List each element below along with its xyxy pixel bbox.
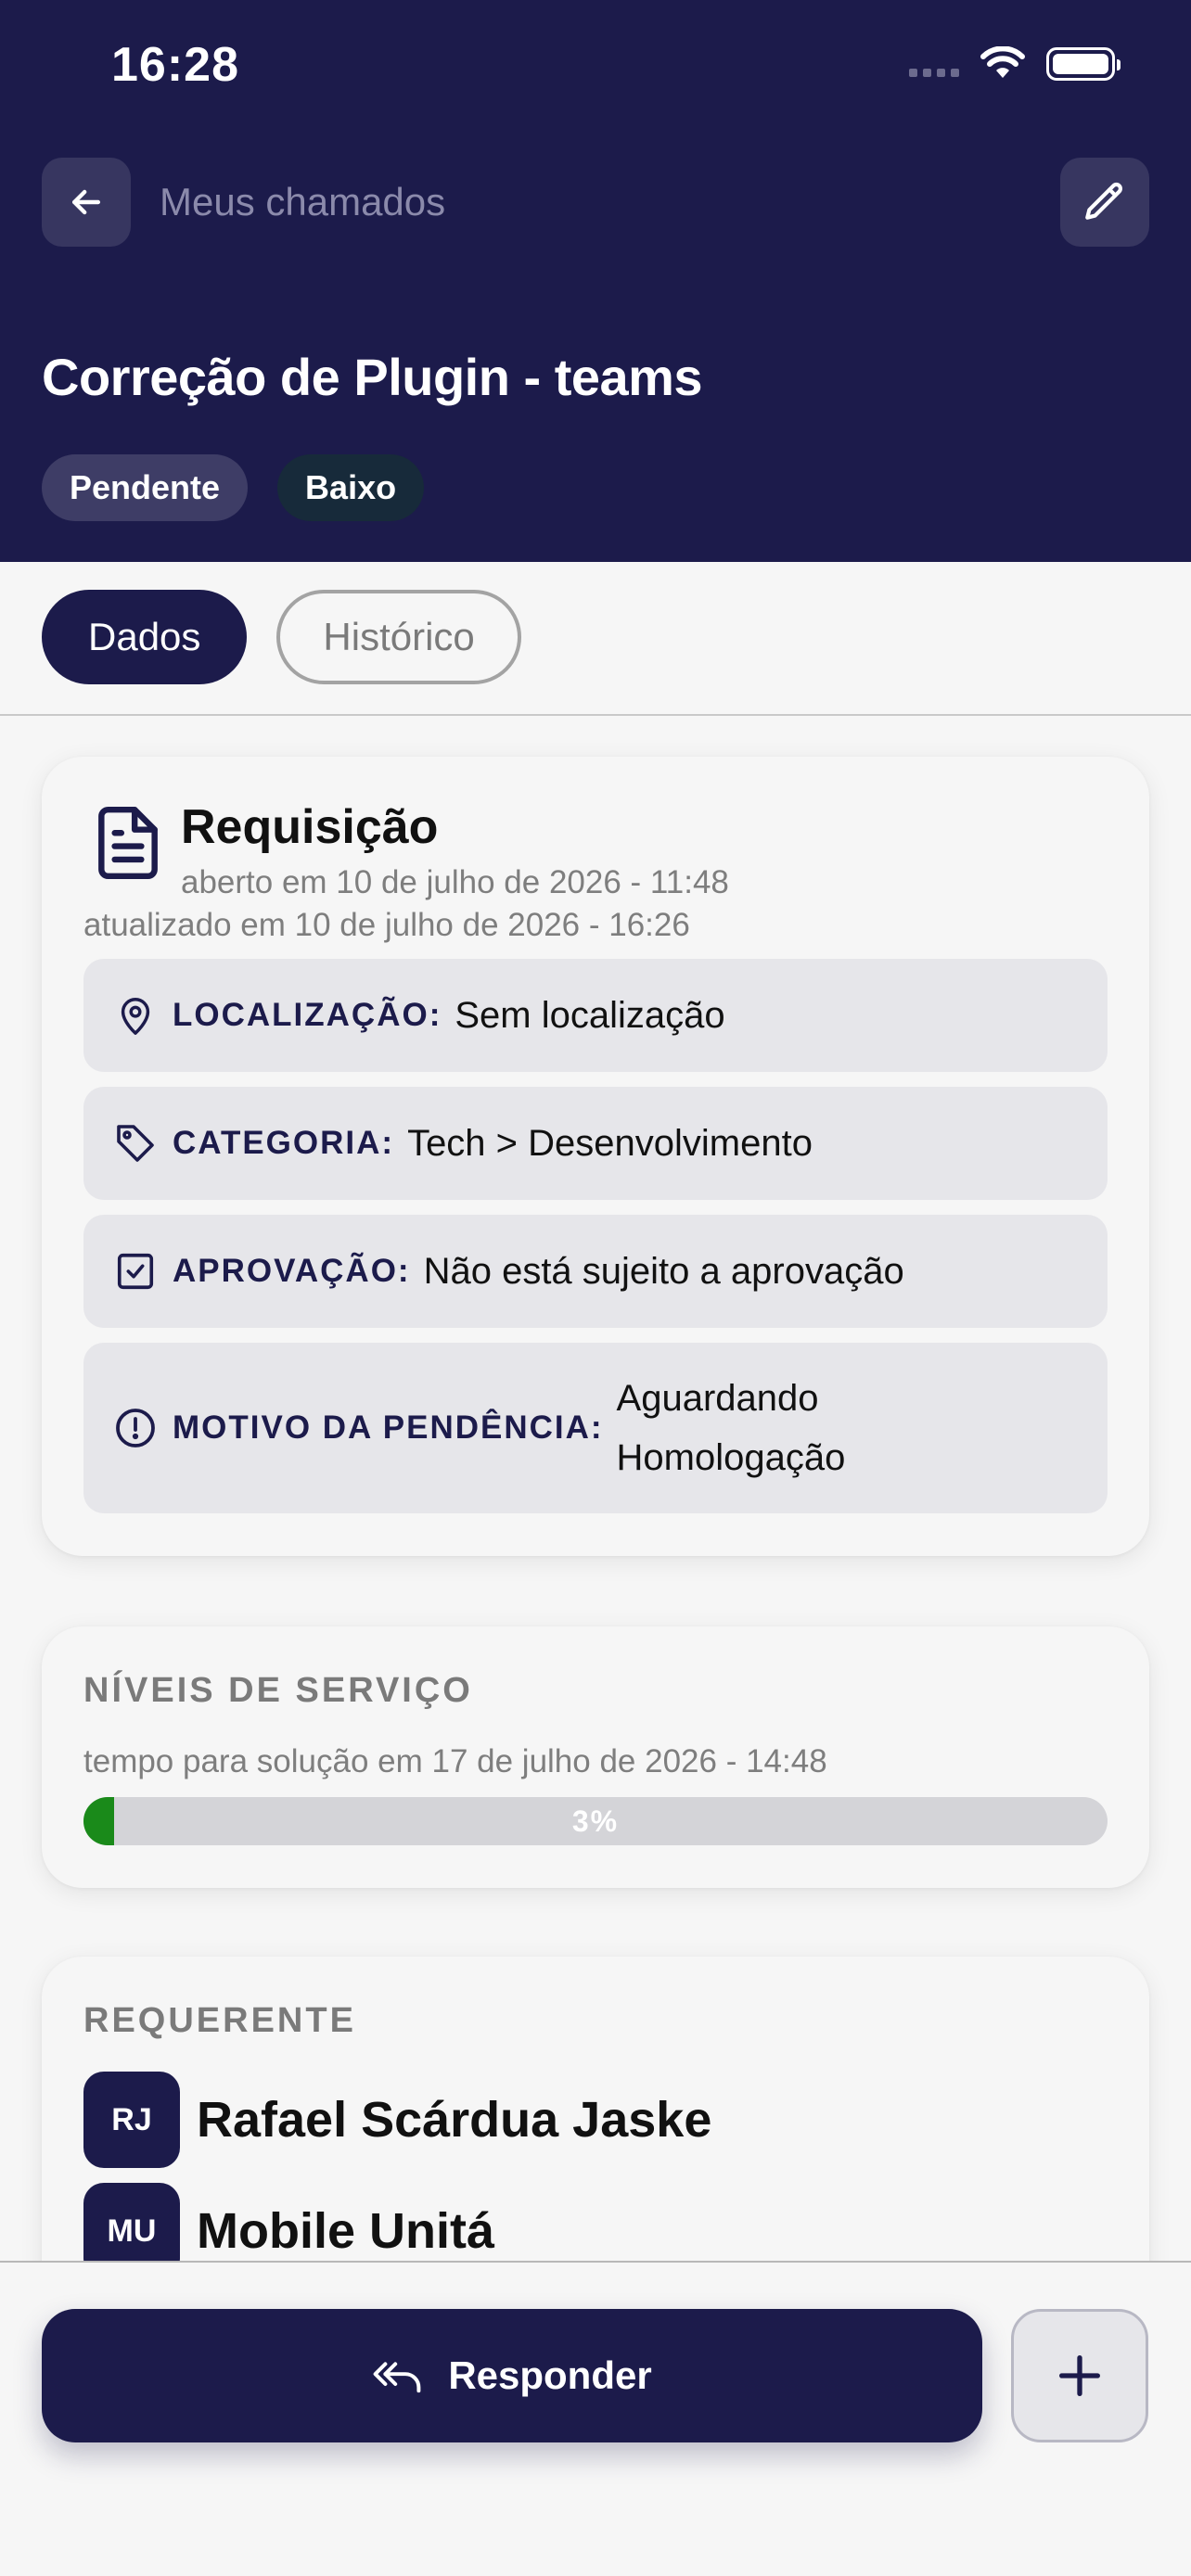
reply-button[interactable]: Responder [42,2309,982,2442]
bottom-action-bar: Responder [0,2261,1191,2576]
sla-heading: NÍVEIS DE SERVIÇO [83,1671,473,1710]
approval-value: Não está sujeito a aprovação [423,1250,904,1292]
priority-badge: Baixo [277,454,425,521]
requester-heading: REQUERENTE [83,2001,356,2040]
plus-icon [1059,2355,1100,2396]
edit-button[interactable] [1060,158,1149,247]
sla-deadline: tempo para solução em 17 de julho de 202… [83,1743,827,1779]
request-title: Requisição [181,800,439,854]
sla-progress-bar: 3% [83,1797,1108,1845]
header: 16:28 Meus chamados Correção de Plugin -… [0,0,1191,562]
tab-dados[interactable]: Dados [42,590,248,684]
battery-icon [1046,47,1121,81]
category-label: CATEGORIA: [173,1125,395,1161]
approval-row: APROVAÇÃO: Não está sujeito a aprovação [83,1215,1108,1328]
nav-title[interactable]: Meus chamados [160,180,445,224]
opened-date: aberto em 10 de julho de 2026 - 11:48 [181,864,729,900]
requester-name: Rafael Scárdua Jaske [197,2092,712,2148]
status-time: 16:28 [111,38,239,92]
status-icons [909,46,1121,82]
checkbox-icon [117,1253,154,1290]
location-row: LOCALIZAÇÃO: Sem localização [83,959,1108,1072]
chips: Pendente Baixo [42,454,425,521]
add-button[interactable] [1011,2309,1148,2442]
category-value: Tech > Desenvolvimento [407,1122,813,1164]
tabs-divider [0,714,1191,716]
arrow-left-icon [71,189,101,215]
location-value: Sem localização [455,994,725,1036]
location-label: LOCALIZAÇÃO: [173,997,442,1033]
document-icon [98,806,158,880]
alert-circle-icon [116,1409,155,1447]
reply-all-icon [373,2362,421,2393]
status-badge: Pendente [42,454,249,521]
tab-historico[interactable]: Histórico [276,590,521,684]
wifi-icon [980,46,1025,78]
sla-card: NÍVEIS DE SERVIÇO tempo para solução em … [42,1626,1149,1888]
avatar: RJ [83,2072,180,2168]
signal-dots-icon [909,68,959,77]
location-pin-icon [121,998,150,1035]
updated-date: atualizado em 10 de julho de 2026 - 16:2… [83,907,690,943]
sla-progress-label: 3% [571,1804,620,1838]
tab-bar: Dados Histórico [42,590,521,684]
requester-item: RJ Rafael Scárdua Jaske [83,2072,711,2168]
category-row: CATEGORIA: Tech > Desenvolvimento [83,1087,1108,1200]
reply-label: Responder [448,2353,652,2397]
pending-reason-value: Aguardando Homologação [616,1378,846,1478]
request-card: Requisição aberto em 10 de julho de 2026… [42,757,1149,1556]
pending-reason-row: MOTIVO DA PENDÊNCIA: Aguardando Homologa… [83,1343,1108,1513]
pending-reason-label: MOTIVO DA PENDÊNCIA: [173,1409,604,1446]
requester-name: Mobile Unitá [197,2203,494,2259]
tag-icon [117,1125,154,1162]
pencil-icon [1085,182,1122,220]
approval-label: APROVAÇÃO: [173,1253,411,1289]
ticket-title: Correção de Plugin - teams [42,348,703,406]
back-button[interactable] [42,158,131,247]
